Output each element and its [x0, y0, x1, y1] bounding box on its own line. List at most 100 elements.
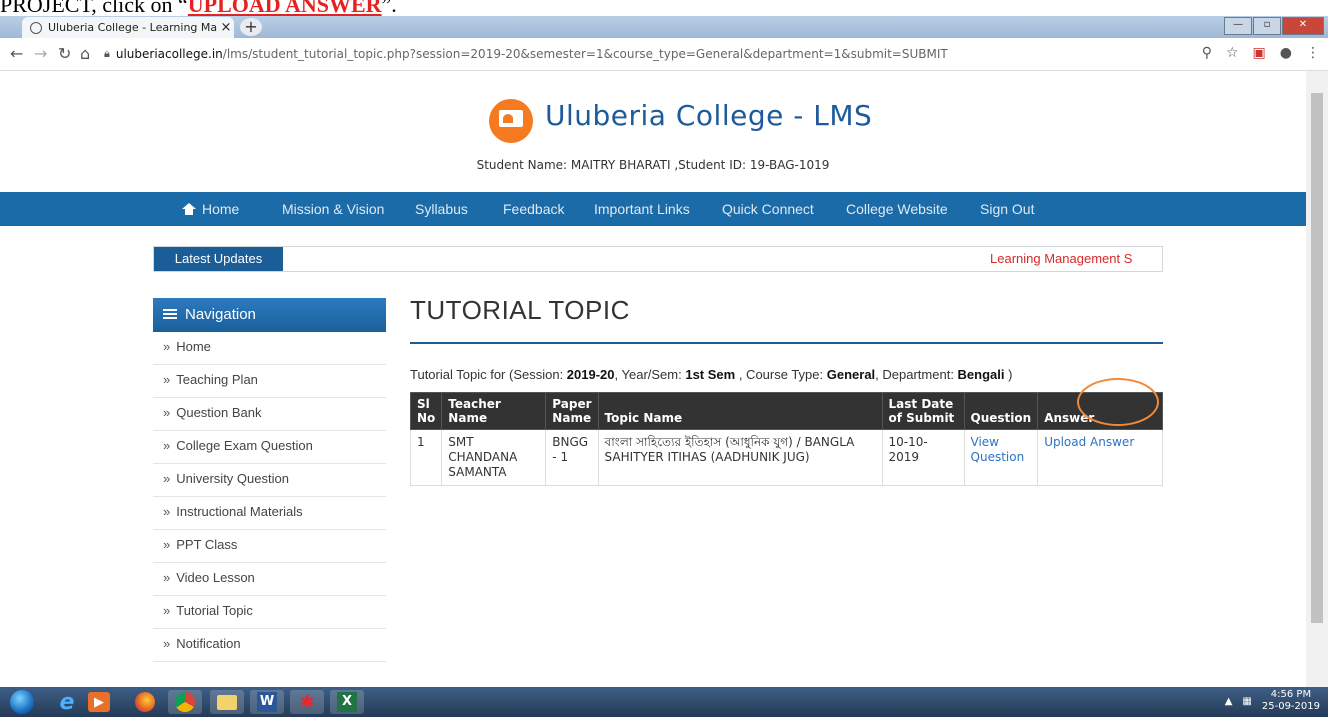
page-scrollbar[interactable]: [1306, 71, 1328, 687]
chevron-right-icon: »: [163, 438, 171, 453]
sidebar-item-ppt-class[interactable]: » PPT Class: [153, 530, 386, 563]
globe-icon: [30, 21, 42, 34]
sidebar-item-college-exam-question[interactable]: » College Exam Question: [153, 431, 386, 464]
web-page: Uluberia College - LMS Student Name: MAI…: [0, 71, 1306, 687]
chevron-right-icon: »: [163, 405, 171, 420]
tab-title: Uluberia College - Learning Man: [48, 21, 218, 34]
view-question-link[interactable]: View Question: [971, 435, 1025, 464]
latest-updates-label: Latest Updates: [154, 247, 283, 271]
nav-important-links[interactable]: Important Links: [594, 201, 690, 217]
menu-dots-icon[interactable]: ⋮: [1306, 45, 1320, 61]
browser-titlebar: Uluberia College - Learning Man × + — ▫ …: [0, 16, 1328, 38]
student-info: Student Name: MAITRY BHARATI ,Student ID…: [476, 158, 830, 172]
table-row: 1 SMT CHANDANA SAMANTA BNGG - 1 বাংলা সা…: [409, 429, 1163, 486]
upload-answer-link[interactable]: Upload Answer: [1044, 435, 1134, 449]
home-icon[interactable]: ⌂: [80, 44, 90, 63]
system-tray: ▲ ▦ 4:56 PM 25-09-2019: [1225, 689, 1320, 713]
title-divider: [410, 342, 1163, 344]
browser-tab[interactable]: Uluberia College - Learning Man ×: [22, 17, 234, 38]
home-icon: [182, 203, 196, 215]
nav-syllabus[interactable]: Syllabus: [415, 201, 468, 217]
hamburger-icon: [163, 309, 177, 319]
chevron-right-icon: »: [163, 570, 171, 585]
back-arrow-icon[interactable]: ←: [10, 44, 23, 63]
network-icon[interactable]: ▦: [1242, 696, 1251, 707]
clock-date: 25-09-2019: [1261, 701, 1320, 712]
minimize-icon[interactable]: —: [1224, 17, 1252, 35]
chrome-icon[interactable]: [168, 690, 202, 714]
toolbar-actions: ⚲ ☆ ▣ ● ⋮: [1202, 45, 1320, 61]
pdf-extension-icon[interactable]: ▣: [1253, 45, 1266, 61]
sidebar-item-university-question[interactable]: » University Question: [153, 464, 386, 497]
tutorial-caption: Tutorial Topic for (Session: 2019-20, Ye…: [410, 367, 1013, 382]
site-title: Uluberia College - LMS: [545, 99, 873, 132]
browser-toolbar: ← → ↻ ⌂ 🔒︎ uluberiacollege.in/lms/studen…: [0, 38, 1328, 71]
cell-sl-no: 1: [409, 429, 443, 486]
nav-college-website[interactable]: College Website: [846, 201, 948, 217]
window-controls: — ▫ ✕: [1223, 17, 1324, 35]
taskbar-clock[interactable]: 4:56 PM 25-09-2019: [1262, 689, 1320, 713]
zoom-icon[interactable]: ⚲: [1202, 45, 1212, 61]
media-player-icon[interactable]: ▶: [88, 692, 110, 712]
cell-question: View Question: [963, 429, 1039, 486]
close-window-icon[interactable]: ✕: [1282, 17, 1324, 35]
file-explorer-icon[interactable]: [210, 690, 244, 714]
sidebar-item-tutorial-topic[interactable]: » Tutorial Topic: [153, 596, 386, 629]
college-logo: [489, 99, 533, 143]
cell-paper-name: BNGG - 1: [545, 429, 599, 486]
col-topic-name: Topic Name: [597, 392, 883, 430]
profile-icon[interactable]: ●: [1280, 45, 1292, 61]
sidebar-item-teaching-plan[interactable]: » Teaching Plan: [153, 365, 386, 398]
sidebar-item-question-bank[interactable]: » Question Bank: [153, 398, 386, 431]
lock-icon: 🔒︎: [104, 47, 110, 60]
updates-ticker[interactable]: Learning Management S: [990, 247, 1162, 271]
reload-icon[interactable]: ↻: [58, 44, 71, 63]
chevron-right-icon: »: [163, 339, 171, 354]
col-sl-no: Sl No: [409, 392, 443, 430]
bookmark-star-icon[interactable]: ☆: [1226, 45, 1239, 61]
start-button[interactable]: [2, 687, 42, 717]
cell-last-date: 10-10-2019: [881, 429, 965, 486]
chevron-right-icon: »: [163, 537, 171, 552]
tutorial-table: Sl No Teacher Name Paper Name Topic Name…: [409, 392, 1163, 486]
scrollbar-thumb[interactable]: [1311, 93, 1323, 623]
instruction-text: PROJECT, click on “UPLOAD ANSWER”.: [0, 0, 397, 16]
paint-app-icon[interactable]: ✱: [290, 690, 324, 714]
sidebar-item-video-lesson[interactable]: » Video Lesson: [153, 563, 386, 596]
sidebar: Navigation » Home » Teaching Plan » Questio…: [153, 298, 386, 662]
new-tab-button[interactable]: +: [240, 18, 262, 36]
forward-arrow-icon[interactable]: →: [34, 44, 47, 63]
sidebar-header: Navigation: [153, 298, 386, 332]
windows-taskbar: e ▶ W ✱ X ▲ ▦ 4:56 PM 25-09-2019: [0, 687, 1328, 717]
word-icon[interactable]: W: [250, 690, 284, 714]
sidebar-item-instructional-materials[interactable]: » Instructional Materials: [153, 497, 386, 530]
nav-feedback[interactable]: Feedback: [503, 201, 564, 217]
nav-home[interactable]: Home: [182, 201, 239, 217]
address-bar[interactable]: 🔒︎ uluberiacollege.in/lms/student_tutori…: [104, 43, 1204, 65]
cell-teacher-name: SMT CHANDANA SAMANTA: [441, 429, 547, 486]
chevron-right-icon: »: [163, 603, 171, 618]
maximize-icon[interactable]: ▫: [1253, 17, 1281, 35]
cell-topic-name: বাংলা সাহিত্যের ইতিহাস (আধুনিক যুগ) / BA…: [597, 429, 883, 486]
col-paper-name: Paper Name: [545, 392, 599, 430]
col-teacher-name: Teacher Name: [441, 392, 547, 430]
sidebar-item-notification[interactable]: » Notification: [153, 629, 386, 662]
upload-answer-highlight: UPLOAD ANSWER: [187, 0, 382, 16]
firefox-icon[interactable]: [128, 690, 162, 714]
chevron-right-icon: »: [163, 372, 171, 387]
col-question: Question: [963, 392, 1039, 430]
nav-quick-connect[interactable]: Quick Connect: [722, 201, 814, 217]
nav-sign-out[interactable]: Sign Out: [980, 201, 1034, 217]
url-path: /lms/student_tutorial_topic.php?session=…: [222, 47, 948, 61]
tray-expand-icon[interactable]: ▲: [1225, 696, 1233, 707]
chevron-right-icon: »: [163, 504, 171, 519]
close-tab-icon[interactable]: ×: [218, 20, 234, 35]
highlight-circle: [1077, 378, 1159, 426]
nav-mission-vision[interactable]: Mission & Vision: [282, 201, 384, 217]
sidebar-item-home[interactable]: » Home: [153, 332, 386, 365]
page-title: TUTORIAL TOPIC: [410, 295, 630, 325]
excel-icon[interactable]: X: [330, 690, 364, 714]
chevron-right-icon: »: [163, 636, 171, 651]
clock-time: 4:56 PM: [1270, 689, 1312, 700]
internet-explorer-icon[interactable]: e: [50, 690, 84, 715]
